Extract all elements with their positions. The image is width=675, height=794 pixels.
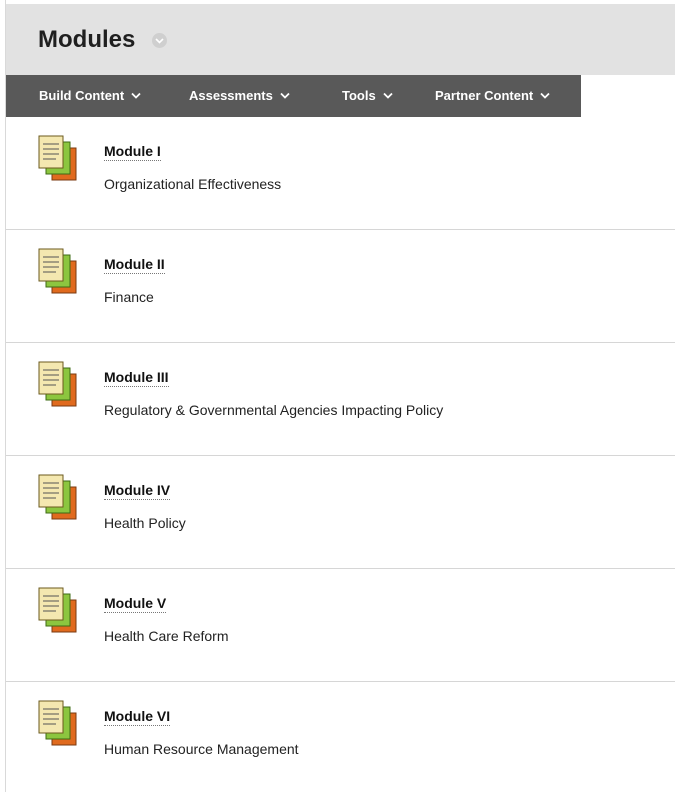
content-item: Module V Health Care Reform — [6, 569, 675, 682]
chevron-down-icon — [383, 92, 393, 99]
chevron-down-icon[interactable] — [152, 33, 167, 48]
partner-content-label: Partner Content — [435, 88, 534, 103]
page-header: Modules — [6, 4, 675, 76]
content-folder-icon — [38, 248, 77, 294]
module-description: Finance — [104, 289, 154, 305]
content-item: Module III Regulatory & Governmental Age… — [6, 343, 675, 456]
content-folder-icon — [38, 700, 77, 746]
module-title-link[interactable]: Module VI — [104, 708, 171, 726]
page-title: Modules — [38, 26, 136, 53]
module-title-link[interactable]: Module III — [104, 369, 169, 387]
assessments-label: Assessments — [189, 88, 273, 103]
content-item: Module II Finance — [6, 230, 675, 343]
build-content-menu[interactable]: Build Content — [39, 88, 141, 103]
tools-label: Tools — [342, 88, 376, 103]
content-item: Module I Organizational Effectiveness — [6, 117, 675, 230]
chevron-down-icon — [280, 92, 290, 99]
module-description: Human Resource Management — [104, 741, 299, 757]
build-content-label: Build Content — [39, 88, 125, 103]
content-folder-icon — [38, 587, 77, 633]
content-folder-icon — [38, 135, 77, 181]
module-description: Health Policy — [104, 515, 186, 531]
partner-content-menu[interactable]: Partner Content — [435, 88, 550, 103]
action-toolbar: Build Content Assessments Tools Partner … — [6, 75, 581, 117]
assessments-menu[interactable]: Assessments — [189, 88, 290, 103]
module-description: Health Care Reform — [104, 628, 229, 644]
module-title-link[interactable]: Module I — [104, 143, 161, 161]
content-item: Module IV Health Policy — [6, 456, 675, 569]
module-title-link[interactable]: Module V — [104, 595, 167, 613]
tools-menu[interactable]: Tools — [342, 88, 393, 103]
module-description: Regulatory & Governmental Agencies Impac… — [104, 402, 444, 418]
chevron-down-icon — [131, 92, 141, 99]
toolbar-spacer — [581, 75, 675, 117]
module-title-link[interactable]: Module IV — [104, 482, 171, 500]
content-folder-icon — [38, 474, 77, 520]
content-folder-icon — [38, 361, 77, 407]
module-title-link[interactable]: Module II — [104, 256, 165, 274]
content-item: Module VI Human Resource Management — [6, 682, 675, 794]
page-frame: Modules Build Content Assessments Tools … — [0, 0, 675, 792]
module-description: Organizational Effectiveness — [104, 176, 282, 192]
chevron-down-icon — [540, 92, 550, 99]
